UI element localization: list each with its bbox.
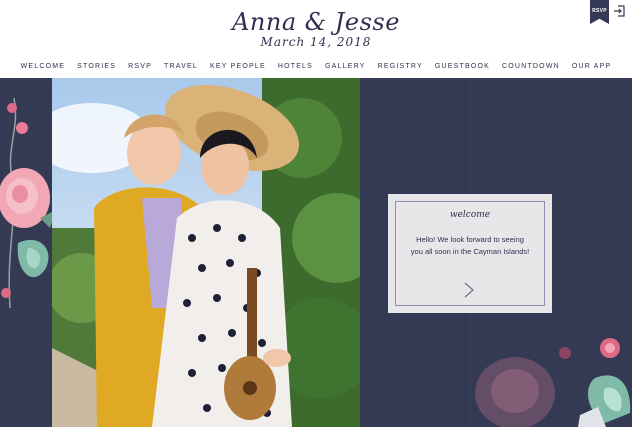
wedding-date: March 14, 2018 [260, 35, 372, 49]
nav-item-travel[interactable]: TRAVEL [164, 63, 198, 70]
welcome-title: welcome [449, 210, 491, 220]
nav-item-our-app[interactable]: OUR APP [572, 63, 612, 70]
welcome-card: welcome Hello! We look forward to seeing… [388, 194, 552, 313]
couple-name-logo[interactable]: Anna & Jesse [0, 8, 632, 36]
nav-item-guestbook[interactable]: GUESTBOOK [435, 63, 490, 70]
nav-item-welcome[interactable]: WELCOME [21, 63, 66, 70]
main-nav: WELCOME STORIES RSVP TRAVEL KEY PEOPLE H… [0, 63, 632, 70]
nav-item-countdown[interactable]: COUNTDOWN [502, 63, 560, 70]
nav-item-rsvp[interactable]: RSVP [128, 63, 152, 70]
site-header: Anna & Jesse March 14, 2018 WELCOME STOR… [0, 0, 632, 78]
floral-decoration-left [0, 98, 56, 308]
couple-photo [52, 78, 360, 427]
nav-item-stories[interactable]: STORIES [77, 63, 116, 70]
welcome-message: Hello! We look forward to seeing you all… [410, 235, 530, 256]
nav-item-hotels[interactable]: HOTELS [278, 63, 313, 70]
hero-section: welcome Hello! We look forward to seeing… [0, 78, 632, 427]
welcome-card-inner: welcome Hello! We look forward to seeing… [395, 201, 545, 306]
floral-decoration-right [475, 338, 631, 427]
nav-item-key-people[interactable]: KEY PEOPLE [210, 63, 266, 70]
rsvp-ribbon-label: RSVP [592, 8, 607, 14]
nav-item-gallery[interactable]: GALLERY [325, 63, 366, 70]
nav-item-registry[interactable]: REGISTRY [378, 63, 423, 70]
login-icon[interactable] [613, 5, 625, 17]
chevron-right-icon[interactable] [462, 282, 476, 298]
